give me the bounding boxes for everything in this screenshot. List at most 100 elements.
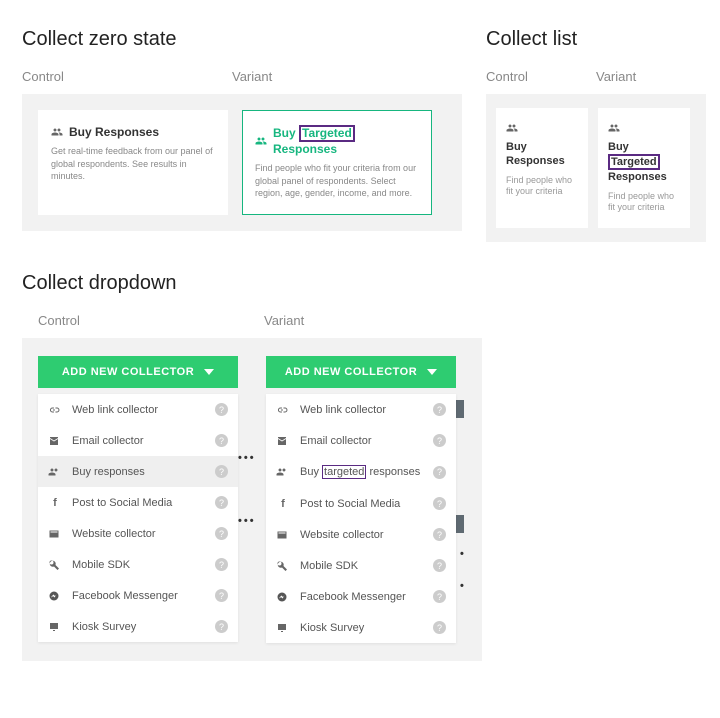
- help-icon[interactable]: ?: [215, 403, 228, 416]
- collect-list-section: Collect list Control Variant Buy Respons…: [486, 28, 706, 242]
- email-icon: [48, 435, 62, 447]
- collect-list-variant-heading: Buy Targeted Responses: [608, 140, 680, 185]
- kiosk-icon: [48, 621, 62, 633]
- embed-icon: [48, 528, 62, 540]
- heading-pre: Buy: [273, 126, 296, 140]
- help-icon[interactable]: ?: [433, 528, 446, 541]
- embed-icon: [276, 529, 290, 541]
- add-collector-button[interactable]: ADD NEW COLLECTOR: [38, 356, 238, 388]
- messenger-icon: [48, 590, 62, 602]
- menu-item-website[interactable]: Website collector ?: [266, 519, 456, 550]
- facebook-icon: f: [48, 497, 62, 509]
- heading-post: Responses: [273, 142, 337, 156]
- menu-label: Website collector: [72, 528, 205, 540]
- menu-label: Post to Social Media: [72, 497, 205, 509]
- menu-label: Post to Social Media: [300, 498, 423, 510]
- zero-state-control-card[interactable]: Buy Responses Get real-time feedback fro…: [38, 110, 228, 215]
- menu-item-facebook-messenger[interactable]: Facebook Messenger ?: [38, 580, 238, 611]
- heading-post: Responses: [608, 171, 667, 183]
- add-collector-label: ADD NEW COLLECTOR: [285, 366, 417, 378]
- menu-label: Kiosk Survey: [72, 621, 205, 633]
- highlight-targeted: targeted: [322, 465, 366, 479]
- help-icon[interactable]: ?: [433, 466, 446, 479]
- menu-item-social[interactable]: f Post to Social Media ?: [266, 488, 456, 519]
- dropdown-menu: Web link collector ? Email collector ? B…: [266, 394, 456, 643]
- more-dots-icon: •••: [238, 515, 256, 527]
- help-icon[interactable]: ?: [433, 559, 446, 572]
- menu-item-kiosk[interactable]: Kiosk Survey ?: [266, 612, 456, 643]
- collect-list-variant-label: Variant: [596, 69, 636, 84]
- dropdown-variant-col: ADD NEW COLLECTOR Web link collector ? E…: [266, 356, 456, 643]
- zero-state-panel: Buy Responses Get real-time feedback fro…: [22, 94, 462, 231]
- menu-label: Email collector: [72, 435, 205, 447]
- menu-item-buy-responses[interactable]: Buy responses ?: [38, 456, 238, 487]
- help-icon[interactable]: ?: [215, 527, 228, 540]
- zero-state-variant-heading: Buy Targeted Responses: [273, 125, 419, 156]
- label-pre: Buy: [300, 466, 319, 478]
- collect-list-control-sub: Find people who fit your criteria: [506, 175, 578, 198]
- menu-item-email[interactable]: Email collector ?: [266, 425, 456, 456]
- highlight-targeted: Targeted: [608, 154, 660, 170]
- label-post: responses: [369, 466, 420, 478]
- zero-state-variant-sub: Find people who fit your criteria from o…: [255, 162, 419, 200]
- menu-label: Mobile SDK: [300, 560, 423, 572]
- people-icon: [608, 122, 680, 134]
- zero-state-title: Collect zero state: [22, 28, 462, 51]
- wrench-icon: [48, 559, 62, 571]
- menu-label: Kiosk Survey: [300, 622, 423, 634]
- dropdown-panel: ••• ••• ADD NEW COLLECTOR Web link colle…: [22, 338, 482, 661]
- dropdown-section: Collect dropdown Control Variant ••• •••…: [22, 272, 698, 661]
- menu-item-social[interactable]: f Post to Social Media ?: [38, 487, 238, 518]
- help-icon[interactable]: ?: [433, 590, 446, 603]
- help-icon[interactable]: ?: [215, 589, 228, 602]
- menu-item-email[interactable]: Email collector ?: [38, 425, 238, 456]
- facebook-icon: f: [276, 498, 290, 510]
- collect-list-variant-sub: Find people who fit your criteria: [608, 191, 680, 214]
- menu-label: Facebook Messenger: [300, 591, 423, 603]
- menu-item-web-link[interactable]: Web link collector ?: [38, 394, 238, 425]
- link-icon: [48, 404, 62, 416]
- zero-state-variant-card[interactable]: Buy Targeted Responses Find people who f…: [242, 110, 432, 215]
- menu-item-kiosk[interactable]: Kiosk Survey ?: [38, 611, 238, 642]
- collect-list-control-heading: Buy Responses: [506, 140, 578, 169]
- wrench-icon: [276, 560, 290, 572]
- help-icon[interactable]: ?: [215, 434, 228, 447]
- highlight-targeted: Targeted: [299, 125, 355, 142]
- menu-label: Web link collector: [300, 404, 423, 416]
- collect-list-variant-card[interactable]: Buy Targeted Responses Find people who f…: [598, 108, 690, 228]
- menu-item-buy-targeted-responses[interactable]: Buy targeted responses ?: [266, 456, 456, 488]
- dropdown-control-label: Control: [22, 313, 264, 328]
- zero-state-section: Collect zero state Control Variant Buy R…: [22, 28, 462, 242]
- dropdown-menu: Web link collector ? Email collector ? B…: [38, 394, 238, 642]
- help-icon[interactable]: ?: [433, 497, 446, 510]
- help-icon[interactable]: ?: [433, 434, 446, 447]
- help-icon[interactable]: ?: [433, 403, 446, 416]
- people-icon: [276, 466, 290, 478]
- dot-icon: •: [460, 580, 464, 592]
- menu-label: Buy responses: [72, 466, 205, 478]
- menu-item-mobile[interactable]: Mobile SDK ?: [266, 550, 456, 581]
- collect-list-control-card[interactable]: Buy Responses Find people who fit your c…: [496, 108, 588, 228]
- people-icon: [506, 122, 578, 134]
- menu-item-web-link[interactable]: Web link collector ?: [266, 394, 456, 425]
- people-icon: [255, 135, 267, 147]
- zero-state-control-sub: Get real-time feedback from our panel of…: [51, 145, 215, 183]
- help-icon[interactable]: ?: [215, 465, 228, 478]
- menu-item-website[interactable]: Website collector ?: [38, 518, 238, 549]
- add-collector-button[interactable]: ADD NEW COLLECTOR: [266, 356, 456, 388]
- messenger-icon: [276, 591, 290, 603]
- dropdown-title: Collect dropdown: [22, 272, 698, 295]
- menu-item-facebook-messenger[interactable]: Facebook Messenger ?: [266, 581, 456, 612]
- zero-state-variant-label: Variant: [232, 69, 272, 84]
- collect-list-title: Collect list: [486, 28, 706, 51]
- menu-item-mobile[interactable]: Mobile SDK ?: [38, 549, 238, 580]
- help-icon[interactable]: ?: [215, 496, 228, 509]
- link-icon: [276, 404, 290, 416]
- help-icon[interactable]: ?: [433, 621, 446, 634]
- help-icon[interactable]: ?: [215, 558, 228, 571]
- zero-state-control-label: Control: [22, 69, 232, 84]
- caret-down-icon: [204, 369, 214, 375]
- menu-label: Web link collector: [72, 404, 205, 416]
- help-icon[interactable]: ?: [215, 620, 228, 633]
- menu-label: Email collector: [300, 435, 423, 447]
